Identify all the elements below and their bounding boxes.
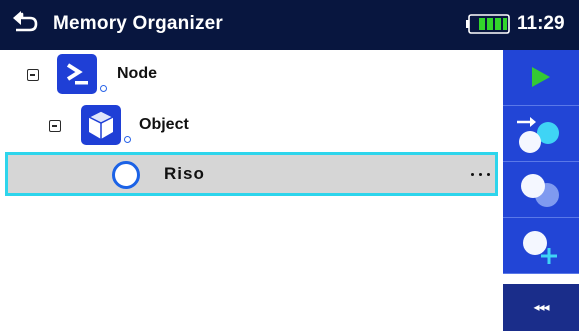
add-measurement-icon [523, 231, 557, 264]
object-connector-icon [124, 136, 131, 143]
back-arrow-icon [13, 11, 38, 32]
measurement-circle-icon [112, 161, 140, 189]
more-options-button[interactable] [466, 159, 496, 189]
start-test-button[interactable] [503, 50, 579, 106]
clone-icon [521, 174, 559, 207]
battery-icon [466, 14, 510, 34]
clone-button[interactable] [503, 162, 579, 218]
tree-item-label: Node [117, 65, 157, 82]
tree-item-label: Riso [164, 164, 205, 183]
tree-item-riso[interactable]: Riso [5, 152, 498, 196]
battery-status [466, 14, 512, 34]
clock-time: 11:29 [517, 13, 565, 34]
back-button[interactable] [8, 6, 44, 44]
memory-tree: Node Object Riso [0, 50, 503, 331]
play-icon [532, 67, 550, 87]
page-title: Memory Organizer [53, 13, 224, 34]
header-bar: Memory Organizer 11:29 [0, 0, 579, 50]
action-sidebar: ◂◂◂ [503, 50, 579, 331]
move-button[interactable] [503, 106, 579, 162]
collapse-toggle-object[interactable] [49, 120, 61, 132]
node-connector-icon [100, 85, 107, 92]
collapse-sidebar-button[interactable]: ◂◂◂ [503, 284, 579, 331]
terminal-prompt-icon [57, 54, 97, 94]
tree-item-label: Object [139, 116, 189, 133]
cube-icon [81, 105, 121, 145]
move-to-icon [517, 117, 559, 153]
collapse-toggle-node[interactable] [27, 69, 39, 81]
add-measurement-button[interactable] [503, 218, 579, 274]
